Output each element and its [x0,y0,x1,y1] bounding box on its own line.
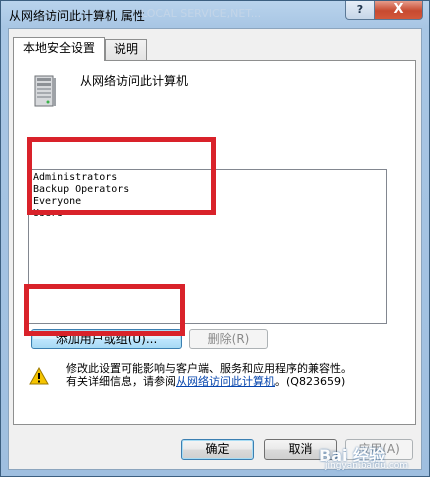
warning-icon [29,367,49,385]
list-item[interactable]: Backup Operators [33,184,129,196]
tab-explain[interactable]: 说明 [105,39,147,60]
warning-line-1: 修改此设置可能影响与客户端、服务和应用程序的兼容性。 [66,362,352,375]
list-item[interactable]: Everyone [33,196,81,208]
tab-local-security-setting[interactable]: 本地安全设置 [13,37,105,61]
add-user-or-group-button[interactable]: 添加用户或组(U)... [31,329,182,349]
dialog-client-area: 本地安全设置 说明 从网络访问此计算机 Administrators Backu… [8,28,422,470]
remove-button[interactable]: 删除(R) [189,329,268,349]
warning-line-2: 有关详细信息，请参阅从网络访问此计算机。(Q823659) [66,375,352,388]
server-icon [34,75,56,107]
list-item[interactable]: Administrators [33,172,117,184]
ok-button[interactable]: 确定 [181,439,254,460]
compatibility-warning: 修改此设置可能影响与客户端、服务和应用程序的兼容性。 有关详细信息，请参阅从网络… [66,362,352,388]
policy-title: 从网络访问此计算机 [80,74,189,88]
warning-suffix: 。(Q823659) [275,375,346,388]
baidu-watermark: Bai 经验 jingyan.baidu.com [319,442,427,474]
window-title: 从网络访问此计算机 属性 [9,9,145,23]
title-bar[interactable]: 从网络访问此计算机 属性 LOCAL SERVICE,NET... ? X [1,1,429,27]
help-button[interactable]: ? [345,1,375,20]
list-item[interactable]: Users [33,208,63,220]
close-button[interactable]: X [374,1,423,20]
warning-prefix: 有关详细信息，请参阅 [66,375,176,388]
tab-panel: 从网络访问此计算机 Administrators Backup Operator… [13,60,416,425]
members-listbox[interactable]: Administrators Backup Operators Everyone… [28,169,387,324]
watermark-url: jingyan.baidu.com [325,461,409,471]
policy-help-link[interactable]: 从网络访问此计算机 [176,375,275,388]
properties-window: 从网络访问此计算机 属性 LOCAL SERVICE,NET... ? X 本地… [0,0,430,477]
background-ghost-text: LOCAL SERVICE,NET... [141,7,262,20]
